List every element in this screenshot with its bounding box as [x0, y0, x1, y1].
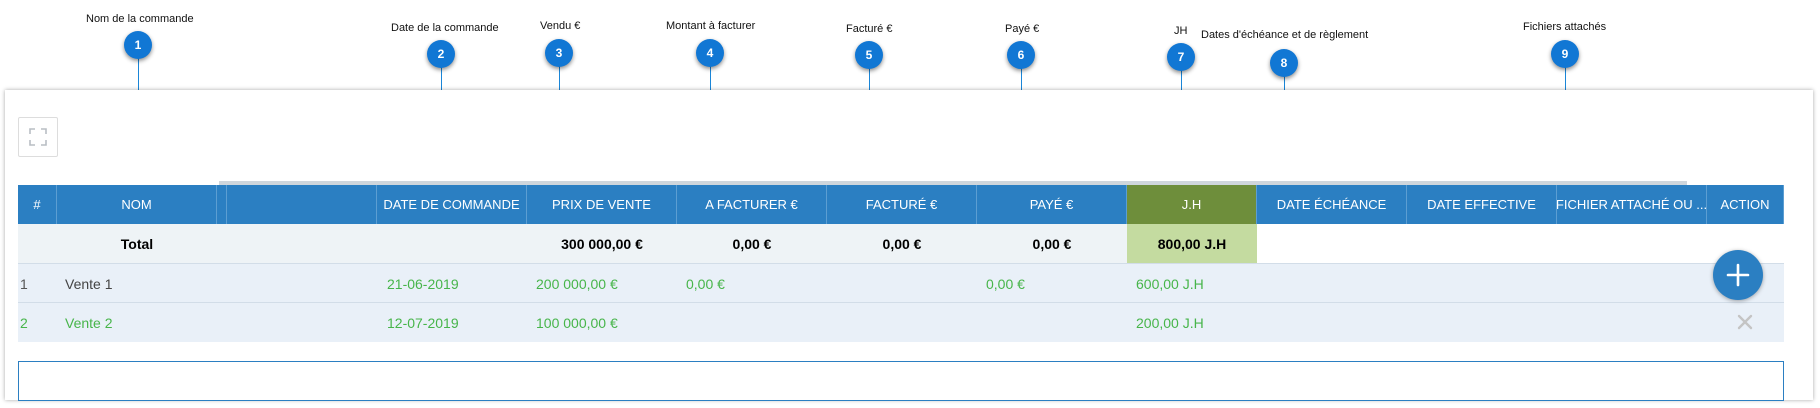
- callout-label: Montant à facturer: [666, 20, 756, 32]
- add-row-button[interactable]: [1713, 250, 1763, 300]
- callout-label: Fichiers attachés: [1523, 21, 1607, 33]
- col-header-paye[interactable]: PAYÉ €: [977, 185, 1127, 224]
- grid-panel: # NOM DATE DE COMMANDE PRIX DE VENTE A F…: [5, 90, 1813, 401]
- callout-label: Nom de la commande: [86, 13, 194, 25]
- col-header-spacer: [217, 185, 227, 224]
- row-a-facturer[interactable]: [686, 303, 826, 342]
- callout-badge: 9: [1551, 40, 1579, 68]
- row-date-commande[interactable]: 21-06-2019: [387, 264, 527, 303]
- col-header-jh[interactable]: J.H: [1127, 185, 1257, 224]
- col-header-blank: [227, 185, 377, 224]
- callout-label: Date de la commande: [391, 22, 499, 34]
- callout-badge: 4: [696, 39, 724, 67]
- close-icon[interactable]: [1736, 313, 1754, 331]
- callout-badge: 8: [1270, 49, 1298, 77]
- col-header-index[interactable]: #: [18, 185, 57, 224]
- row-date-commande[interactable]: 12-07-2019: [387, 303, 527, 342]
- callout-label: Payé €: [1005, 23, 1040, 35]
- col-header-prix-vente[interactable]: PRIX DE VENTE: [527, 185, 677, 224]
- plus-icon: [1726, 263, 1750, 287]
- table-row[interactable]: 1 Vente 1 21-06-2019 200 000,00 € 0,00 €…: [18, 263, 1784, 303]
- row-prix-vente[interactable]: 100 000,00 €: [536, 303, 676, 342]
- row-index: 2: [20, 314, 28, 331]
- total-paye: 0,00 €: [1032, 235, 1072, 252]
- row-prix-vente[interactable]: 200 000,00 €: [536, 264, 676, 303]
- col-header-date-echeance[interactable]: DATE ÉCHÉANCE: [1257, 185, 1407, 224]
- callout-label: Facturé €: [846, 23, 893, 35]
- row-jh[interactable]: 200,00 J.H: [1136, 303, 1256, 342]
- table-row[interactable]: 2 Vente 2 12-07-2019 100 000,00 € 200,00…: [18, 302, 1784, 342]
- callout-badge: 5: [855, 41, 883, 69]
- total-row: Total 300 000,00 € 0,00 € 0,00 € 0,00 € …: [18, 224, 1784, 263]
- callout-badge: 2: [427, 40, 455, 68]
- callout-badge: 1: [124, 31, 152, 59]
- row-a-facturer[interactable]: 0,00 €: [686, 264, 826, 303]
- col-header-a-facturer[interactable]: A FACTURER €: [677, 185, 827, 224]
- expand-icon: [29, 128, 47, 146]
- row-paye[interactable]: [986, 303, 1126, 342]
- col-header-date-commande[interactable]: DATE DE COMMANDE: [377, 185, 527, 224]
- callout-label: Vendu €: [540, 20, 581, 32]
- total-label: Total: [120, 235, 154, 252]
- new-row-input[interactable]: [18, 361, 1784, 401]
- callout-badge: 3: [545, 39, 573, 67]
- total-facture: 0,00 €: [882, 235, 922, 252]
- callout-label: JH: [1174, 25, 1188, 37]
- col-header-fichier[interactable]: FICHIER ATTACHÉ OU ...: [1557, 185, 1707, 224]
- row-index: 1: [20, 275, 28, 292]
- callout-badge: 6: [1007, 41, 1035, 69]
- table-header-row: # NOM DATE DE COMMANDE PRIX DE VENTE A F…: [18, 185, 1784, 224]
- col-header-nom[interactable]: NOM: [57, 185, 217, 224]
- col-header-date-effective[interactable]: DATE EFFECTIVE: [1407, 185, 1557, 224]
- expand-button[interactable]: [18, 117, 58, 157]
- row-nom[interactable]: Vente 2: [65, 303, 215, 342]
- callout-badge: 7: [1167, 43, 1195, 71]
- total-prix-vente: 300 000,00 €: [561, 235, 643, 252]
- row-jh[interactable]: 600,00 J.H: [1136, 264, 1256, 303]
- col-header-action[interactable]: ACTION: [1707, 185, 1784, 224]
- total-a-facturer: 0,00 €: [732, 235, 772, 252]
- row-nom[interactable]: Vente 1: [65, 264, 215, 303]
- total-empty: [1257, 224, 1784, 263]
- total-jh: 800,00 J.H: [1127, 224, 1257, 263]
- callout-label: Dates d'échéance et de règlement: [1201, 29, 1369, 41]
- row-paye[interactable]: 0,00 €: [986, 264, 1126, 303]
- col-header-facture[interactable]: FACTURÉ €: [827, 185, 977, 224]
